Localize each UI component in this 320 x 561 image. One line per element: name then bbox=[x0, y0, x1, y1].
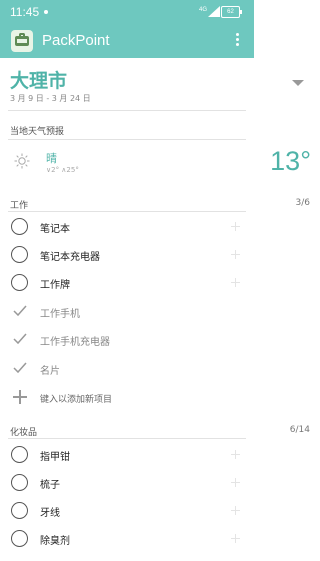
add-icon[interactable] bbox=[13, 390, 27, 404]
unchecked-circle-icon[interactable] bbox=[11, 446, 28, 463]
weather-heading: 当地天气预报 bbox=[10, 127, 65, 137]
list-item[interactable]: 笔记本充电器 bbox=[0, 241, 254, 269]
unchecked-circle-icon[interactable] bbox=[11, 530, 28, 547]
item-label: 牙线 bbox=[40, 508, 60, 519]
unchecked-circle-icon[interactable] bbox=[11, 274, 28, 291]
plus-icon[interactable] bbox=[231, 450, 240, 459]
unchecked-circle-icon[interactable] bbox=[11, 218, 28, 235]
item-label: 梳子 bbox=[40, 480, 60, 491]
status-bar: 11:45 4G 62 bbox=[0, 0, 254, 24]
battery-level: 62 bbox=[227, 9, 234, 15]
item-label: 工作手机 bbox=[40, 309, 80, 320]
unchecked-circle-icon[interactable] bbox=[11, 474, 28, 491]
list-item[interactable]: 名片 bbox=[0, 355, 254, 383]
plus-icon[interactable] bbox=[231, 478, 240, 487]
app-logo-icon bbox=[11, 30, 33, 52]
check-icon[interactable] bbox=[11, 359, 29, 377]
check-icon[interactable] bbox=[11, 302, 29, 320]
network-type: 4G bbox=[198, 7, 207, 13]
notification-dot-icon bbox=[44, 10, 48, 14]
list-item[interactable]: 除臭剂 bbox=[0, 525, 254, 553]
list-item[interactable]: 牙线 bbox=[0, 497, 254, 525]
list-item[interactable]: 工作牌 bbox=[0, 269, 254, 297]
list-item[interactable]: 笔记本 bbox=[0, 213, 254, 241]
list-item[interactable]: 指甲钳 bbox=[0, 441, 254, 469]
item-label: 工作手机充电器 bbox=[40, 337, 110, 348]
weather-condition: 晴 bbox=[46, 152, 57, 165]
check-icon[interactable] bbox=[11, 330, 29, 348]
weather-temperature: 13° bbox=[270, 146, 311, 176]
item-label: 工作牌 bbox=[40, 280, 70, 291]
add-item-row[interactable]: 键入以添加新项目 bbox=[0, 384, 254, 412]
divider bbox=[8, 139, 246, 140]
divider bbox=[8, 110, 246, 111]
item-label: 名片 bbox=[40, 366, 60, 377]
section-count-work: 3/6 bbox=[295, 198, 310, 208]
item-label: 笔记本充电器 bbox=[40, 252, 100, 263]
plus-icon[interactable] bbox=[231, 278, 240, 287]
unchecked-circle-icon[interactable] bbox=[11, 502, 28, 519]
signal-icon bbox=[208, 6, 220, 17]
trip-destination[interactable]: 大理市 bbox=[10, 66, 67, 93]
item-label: 除臭剂 bbox=[40, 536, 70, 547]
unchecked-circle-icon[interactable] bbox=[11, 246, 28, 263]
weather-range: ∨2° ∧25° bbox=[46, 166, 79, 174]
section-title-work: 工作 bbox=[10, 201, 29, 211]
plus-icon[interactable] bbox=[231, 250, 240, 259]
divider bbox=[8, 211, 246, 212]
status-time: 11:45 bbox=[10, 5, 40, 19]
battery-icon: 62 bbox=[221, 6, 242, 18]
list-item[interactable]: 工作手机 bbox=[0, 298, 254, 326]
app-title: PackPoint bbox=[42, 32, 110, 49]
plus-icon[interactable] bbox=[231, 222, 240, 231]
list-item[interactable]: 工作手机充电器 bbox=[0, 326, 254, 354]
plus-icon[interactable] bbox=[231, 534, 240, 543]
divider bbox=[8, 438, 246, 439]
overflow-menu-icon[interactable] bbox=[236, 33, 240, 49]
list-item[interactable]: 梳子 bbox=[0, 469, 254, 497]
app-bar: PackPoint bbox=[0, 24, 254, 58]
section-title-toiletries: 化妆品 bbox=[10, 428, 38, 438]
dropdown-caret-icon[interactable] bbox=[292, 80, 304, 86]
section-count-toiletries: 6/14 bbox=[289, 425, 310, 435]
trip-dates: 3 月 9 日 - 3 月 24 日 bbox=[10, 94, 91, 103]
item-label: 指甲钳 bbox=[40, 452, 70, 463]
item-label: 笔记本 bbox=[40, 224, 70, 235]
add-item-input[interactable]: 键入以添加新项目 bbox=[40, 392, 112, 405]
plus-icon[interactable] bbox=[231, 506, 240, 515]
sun-icon bbox=[14, 153, 30, 169]
